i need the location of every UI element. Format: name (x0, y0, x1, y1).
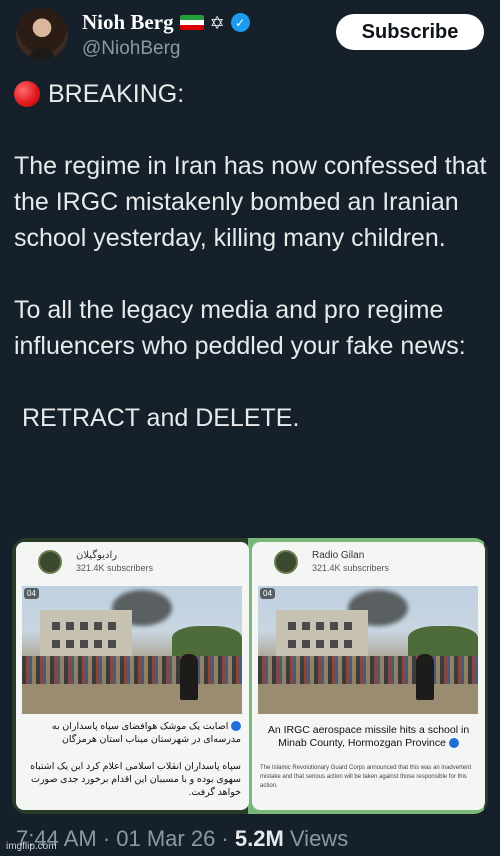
avatar[interactable] (16, 8, 68, 60)
tweet-media-image[interactable]: رادیوگیلان 321.4K subscribers 04 اصابت ی… (12, 538, 488, 814)
video-badge: 04 (260, 588, 275, 599)
iran-flag-icon (179, 15, 204, 30)
view-count: 5.2M (234, 826, 284, 851)
tweet-paragraph-3: RETRACT and DELETE. (22, 404, 300, 432)
channel-name: رادیوگیلان (76, 550, 118, 561)
subscribe-button[interactable]: Subscribe (336, 14, 484, 50)
breaking-label: BREAKING: (48, 80, 185, 108)
imgflip-watermark: imgflip.com (6, 841, 57, 852)
caption-farsi: اصابت یک موشک هوافضای سپاه پاسداران به م… (24, 720, 241, 746)
caption-english-text: An IRGC aerospace missile hits a school … (267, 724, 470, 749)
video-badge: 04 (24, 588, 39, 599)
verified-badge-icon: ✓ (230, 13, 250, 32)
screenshot-card-farsi: رادیوگیلان 321.4K subscribers 04 اصابت ی… (16, 542, 249, 810)
tweet-text: BREAKING: The regime in Iran has now con… (14, 76, 488, 436)
channel-logo (38, 550, 62, 574)
screenshot-card-english: Radio Gilan 321.4K subscribers 04 An IRG… (252, 542, 485, 810)
tweet-paragraph-2: To all the legacy media and pro regime i… (14, 296, 466, 360)
channel-name: Radio Gilan (312, 550, 365, 561)
channel-subscribers: 321.4K subscribers (76, 563, 154, 573)
user-handle[interactable]: @NiohBerg (82, 38, 181, 60)
name-row: Nioh Berg ✡ ✓ (82, 10, 250, 35)
display-name[interactable]: Nioh Berg (82, 10, 174, 35)
star-of-david-icon: ✡ (209, 12, 225, 33)
body-english: The Islamic Revolutionary Guard Corps an… (260, 765, 472, 789)
tweet-meta: 7:44 AM · 01 Mar 26 · 5.2M Views (16, 826, 348, 852)
body-farsi: سپاه پاسداران انقلاب اسلامی اعلام کرد ای… (30, 761, 241, 798)
caption-farsi-text: اصابت یک موشک هوافضای سپاه پاسداران به م… (51, 721, 241, 745)
tweet-header: Nioh Berg ✡ ✓ @NiohBerg Subscribe (12, 6, 488, 62)
channel-logo (274, 550, 298, 574)
channel-subscribers: 321.4K subscribers (312, 563, 390, 573)
views-label: Views (283, 826, 349, 851)
breaking-line: BREAKING: (14, 76, 488, 112)
caption-english: An IRGC aerospace missile hits a school … (260, 724, 477, 750)
blue-circle-icon (448, 738, 459, 749)
video-thumbnail: 04 (22, 586, 242, 714)
tweet-paragraph-1: The regime in Iran has now confessed tha… (14, 152, 487, 252)
blue-circle-icon (231, 721, 241, 732)
video-thumbnail: 04 (258, 586, 478, 714)
red-circle-icon (14, 81, 40, 107)
